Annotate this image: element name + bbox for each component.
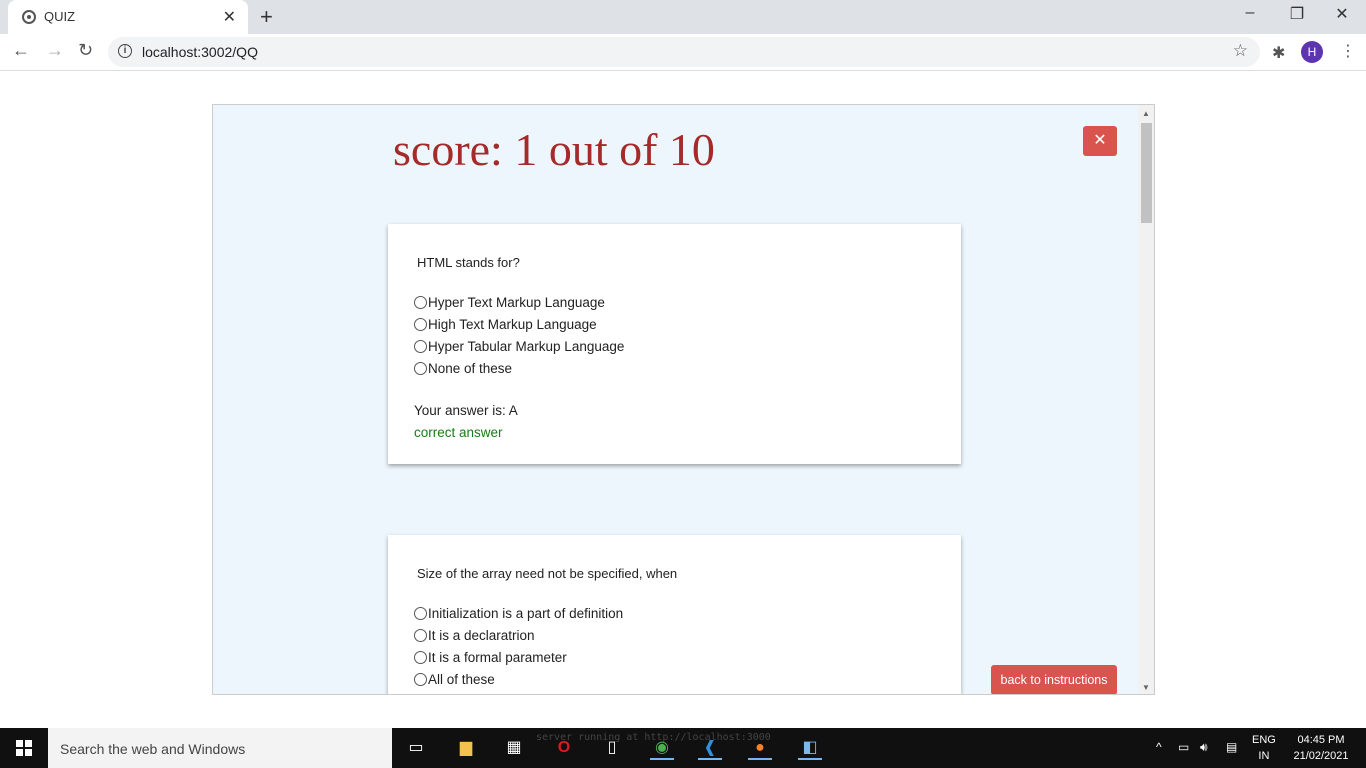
answer-option[interactable]: Hyper Tabular Markup Language xyxy=(414,339,624,354)
question-card: Size of the array need not be specified,… xyxy=(388,535,961,694)
language-indicator[interactable]: ENG IN xyxy=(1252,732,1276,764)
browser-tab-strip: QUIZ ✕ + – ❐ ✕ xyxy=(0,0,1366,34)
chrome-icon[interactable]: ◉ xyxy=(650,736,674,760)
clock-time: 04:45 PM xyxy=(1297,734,1345,746)
radio-icon[interactable] xyxy=(414,629,427,642)
browser-tab[interactable]: QUIZ ✕ xyxy=(8,0,248,34)
quiz-favicon-icon xyxy=(22,10,36,24)
back-arrow-icon[interactable]: ← xyxy=(12,40,30,61)
quiz-results-panel: score: 1 out of 10 ✕ HTML stands for? Hy… xyxy=(212,104,1155,695)
extensions-puzzle-icon[interactable]: ✱ xyxy=(1272,43,1285,63)
taskbar-clock[interactable]: 04:45 PM 21/02/2021 xyxy=(1290,732,1352,764)
question-text: Size of the array need not be specified,… xyxy=(417,566,678,581)
battery-icon[interactable]: ▭ xyxy=(1178,740,1189,754)
answer-option[interactable]: Hyper Text Markup Language xyxy=(414,295,605,310)
browser-toolbar: ← → ↻ i localhost:3002/QQ ☆ xyxy=(0,34,1366,71)
answer-option[interactable]: High Text Markup Language xyxy=(414,317,597,332)
answer-verdict: correct answer xyxy=(414,425,503,440)
window-close-button[interactable]: ✕ xyxy=(1322,4,1362,24)
app-icon[interactable]: ◧ xyxy=(798,736,822,760)
file-explorer-icon[interactable]: ▆ xyxy=(454,736,478,760)
windows-taskbar: Search the web and Windows server runnin… xyxy=(0,728,1366,768)
radio-icon[interactable] xyxy=(414,296,427,309)
panel-scrollbar[interactable]: ▲ ▼ xyxy=(1138,105,1154,694)
bookmark-star-icon[interactable]: ☆ xyxy=(1233,41,1248,61)
profile-avatar[interactable]: H xyxy=(1301,41,1323,63)
radio-icon[interactable] xyxy=(414,673,427,686)
your-answer-text: Your answer is: A xyxy=(414,403,518,418)
postman-icon[interactable]: ● xyxy=(748,736,772,760)
forward-arrow-icon[interactable]: → xyxy=(46,40,64,61)
answer-option[interactable]: None of these xyxy=(414,361,512,376)
tab-title: QUIZ xyxy=(44,9,76,24)
question-card: HTML stands for? Hyper Text Markup Langu… xyxy=(388,224,961,464)
answer-option[interactable]: It is a formal parameter xyxy=(414,650,567,665)
new-tab-button[interactable]: + xyxy=(260,4,273,30)
question-text: HTML stands for? xyxy=(417,255,520,270)
clock-date: 21/02/2021 xyxy=(1293,750,1349,762)
opera-icon[interactable]: O xyxy=(552,736,576,760)
minimize-button[interactable]: – xyxy=(1230,4,1270,22)
store-icon[interactable]: ▦ xyxy=(502,736,526,760)
score-heading: score: 1 out of 10 xyxy=(393,124,715,175)
tab-close-icon[interactable]: ✕ xyxy=(223,7,236,27)
browser-menu-icon[interactable]: ⋮ xyxy=(1340,41,1356,61)
search-placeholder: Search the web and Windows xyxy=(60,741,246,757)
url-text[interactable]: localhost:3002/QQ xyxy=(142,44,258,60)
task-view-icon[interactable]: ▭ xyxy=(404,736,428,760)
scroll-up-icon[interactable]: ▲ xyxy=(1142,109,1150,118)
windows-start-icon[interactable] xyxy=(16,740,32,756)
notepad-icon[interactable]: ▯ xyxy=(600,736,624,760)
tray-expand-icon[interactable]: ^ xyxy=(1156,740,1162,754)
restore-button[interactable]: ❐ xyxy=(1277,4,1317,24)
address-bar[interactable]: i localhost:3002/QQ ☆ xyxy=(108,37,1260,67)
close-button[interactable]: ✕ xyxy=(1083,126,1117,156)
radio-icon[interactable] xyxy=(414,607,427,620)
radio-icon[interactable] xyxy=(414,651,427,664)
vscode-icon[interactable]: ❰ xyxy=(698,736,722,760)
radio-icon[interactable] xyxy=(414,362,427,375)
answer-option[interactable]: All of these xyxy=(414,672,495,687)
radio-icon[interactable] xyxy=(414,318,427,331)
scroll-thumb[interactable] xyxy=(1141,123,1152,223)
answer-option[interactable]: It is a declaratrion xyxy=(414,628,535,643)
back-to-instructions-button[interactable]: back to instructions xyxy=(991,665,1117,694)
scroll-down-icon[interactable]: ▼ xyxy=(1142,683,1150,692)
taskbar-search-box[interactable]: Search the web and Windows xyxy=(48,728,392,768)
radio-icon[interactable] xyxy=(414,340,427,353)
site-info-icon[interactable]: i xyxy=(118,44,132,58)
notification-icon[interactable]: ▤ xyxy=(1226,740,1237,754)
volume-icon[interactable]: 🔊︎ xyxy=(1200,740,1208,755)
answer-option[interactable]: Initialization is a part of definition xyxy=(414,606,623,621)
reload-icon[interactable]: ↻ xyxy=(78,40,93,61)
